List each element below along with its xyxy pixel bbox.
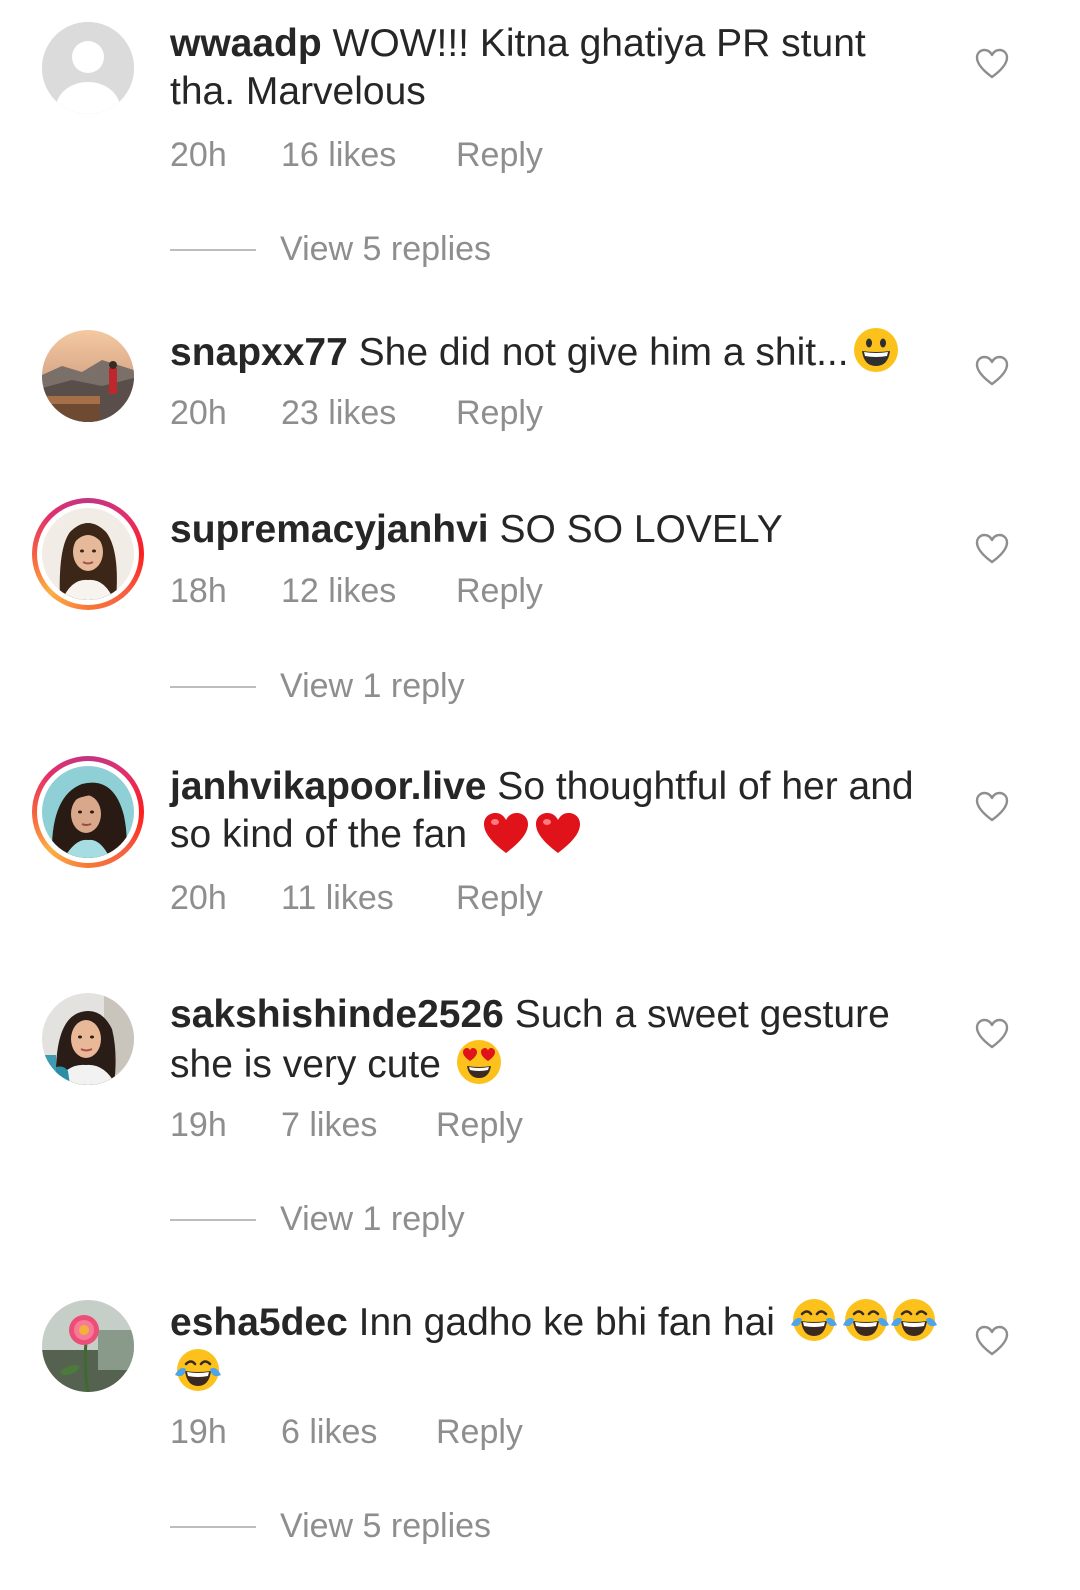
replies-divider <box>170 249 256 251</box>
portrait-photo <box>42 766 134 858</box>
tears-of-joy-face-icon <box>842 1299 889 1341</box>
comment-text: supremacyjanhvi SO SO LOVELY <box>170 506 940 554</box>
like-heart-icon[interactable] <box>975 1018 1009 1050</box>
portrait-photo <box>42 508 134 600</box>
reply-button[interactable]: Reply <box>456 394 543 433</box>
like-heart-icon[interactable] <box>975 791 1009 823</box>
avatar-story-ring[interactable] <box>32 756 144 868</box>
username-link[interactable]: esha5dec <box>170 1301 348 1344</box>
comment-body: Inn gadho ke bhi fan hai <box>347 1301 786 1344</box>
reply-button[interactable]: Reply <box>436 1413 523 1452</box>
likes-count[interactable]: 16 likes <box>281 136 396 175</box>
tears-of-joy-face-icon <box>890 1299 937 1341</box>
comment-text: snapxx77 She did not give him a shit... <box>170 327 940 377</box>
reply-button[interactable]: Reply <box>456 879 543 918</box>
avatar <box>42 766 134 858</box>
comment-body: SO SO LOVELY <box>488 508 783 551</box>
red-heart-icon <box>535 813 580 853</box>
timestamp: 20h <box>170 136 227 174</box>
landscape-photo <box>42 330 134 422</box>
timestamp: 20h <box>170 879 227 917</box>
avatar-story-ring[interactable] <box>32 498 144 610</box>
likes-count[interactable]: 23 likes <box>281 394 396 433</box>
tears-of-joy-face-icon <box>175 1349 221 1391</box>
like-heart-icon[interactable] <box>975 355 1009 387</box>
like-heart-icon[interactable] <box>975 1325 1009 1357</box>
username-link[interactable]: sakshishinde2526 <box>170 993 504 1036</box>
likes-count[interactable]: 11 likes <box>281 879 394 918</box>
red-heart-icon <box>483 813 528 853</box>
view-replies-label: View 5 replies <box>280 230 492 268</box>
flower-photo <box>42 1300 134 1392</box>
tears-of-joy-face-icon <box>790 1299 837 1341</box>
like-heart-icon[interactable] <box>975 48 1009 80</box>
view-replies-label: View 5 replies <box>280 1507 492 1545</box>
comment-text: wwaadp WOW!!! Kitna ghatiya PR stunt tha… <box>170 20 940 116</box>
reply-button[interactable]: Reply <box>456 572 543 611</box>
selfie-photo <box>42 993 134 1085</box>
timestamp: 20h <box>170 394 227 432</box>
heart-eyes-face-icon <box>456 1040 501 1084</box>
comment-body: She did not give him a shit... <box>347 331 849 374</box>
comment-text: esha5dec Inn gadho ke bhi fan hai <box>170 1297 940 1397</box>
timestamp: 18h <box>170 572 227 610</box>
likes-count[interactable]: 6 likes <box>281 1413 377 1452</box>
view-replies-label: View 1 reply <box>280 1200 465 1238</box>
likes-count[interactable]: 12 likes <box>281 572 396 611</box>
replies-divider <box>170 1219 256 1221</box>
view-replies-label: View 1 reply <box>280 667 465 705</box>
replies-divider <box>170 686 256 688</box>
comment-text: sakshishinde2526 Such a sweet gesture sh… <box>170 991 940 1089</box>
grinning-face-icon <box>853 328 898 372</box>
comment-text: janhvikapoor.live So thoughtful of her a… <box>170 763 940 859</box>
avatar[interactable] <box>42 993 134 1085</box>
avatar[interactable] <box>42 1300 134 1392</box>
timestamp: 19h <box>170 1106 227 1144</box>
avatar[interactable] <box>42 22 134 114</box>
reply-button[interactable]: Reply <box>436 1106 523 1145</box>
username-link[interactable]: janhvikapoor.live <box>170 765 486 808</box>
username-link[interactable]: supremacyjanhvi <box>170 508 489 551</box>
default-avatar-icon <box>42 22 134 114</box>
replies-divider <box>170 1526 256 1528</box>
avatar <box>42 508 134 600</box>
username-link[interactable]: wwaadp <box>170 22 322 65</box>
likes-count[interactable]: 7 likes <box>281 1106 377 1145</box>
avatar[interactable] <box>42 330 134 422</box>
username-link[interactable]: snapxx77 <box>170 331 348 374</box>
like-heart-icon[interactable] <box>975 533 1009 565</box>
reply-button[interactable]: Reply <box>456 136 543 175</box>
timestamp: 19h <box>170 1413 227 1451</box>
